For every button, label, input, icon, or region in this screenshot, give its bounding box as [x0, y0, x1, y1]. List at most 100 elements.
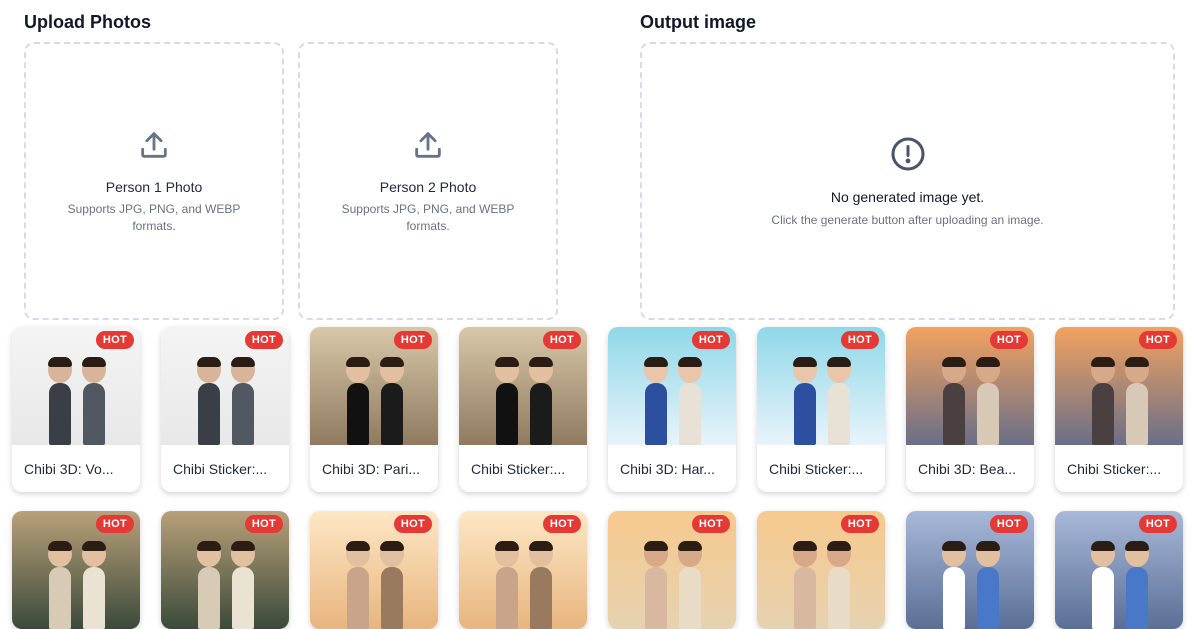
- template-card[interactable]: HOT: [459, 511, 587, 629]
- output-empty-hint: Click the generate button after uploadin…: [771, 212, 1044, 227]
- output-empty-title: No generated image yet.: [830, 188, 985, 205]
- hot-badge: HOT: [691, 331, 730, 349]
- character-figure: [976, 541, 1000, 629]
- hot-badge: HOT: [1138, 515, 1177, 533]
- character-figure: [942, 541, 966, 629]
- character-figure: [1125, 357, 1149, 445]
- template-label: Chibi Sticker:...: [173, 460, 268, 477]
- character-figure: [678, 541, 702, 629]
- template-thumbnail: HOT: [310, 327, 438, 445]
- template-card[interactable]: HOT Chibi 3D: Pari...: [310, 327, 438, 492]
- person2-label: Person 2 Photo: [379, 178, 477, 195]
- template-card[interactable]: HOT: [12, 511, 140, 629]
- output-image-title: Output image: [640, 12, 756, 32]
- character-figure: [48, 541, 72, 629]
- template-thumbnail: HOT: [906, 327, 1034, 445]
- hot-badge: HOT: [1138, 331, 1177, 349]
- template-thumbnail: HOT: [310, 511, 438, 629]
- template-card[interactable]: HOT Chibi Sticker:...: [757, 327, 885, 492]
- character-figure: [1091, 541, 1115, 629]
- hot-badge: HOT: [95, 331, 134, 349]
- hot-badge: HOT: [393, 331, 432, 349]
- character-figure: [1091, 357, 1115, 445]
- hot-badge: HOT: [989, 331, 1028, 349]
- hot-badge: HOT: [95, 515, 134, 533]
- template-card[interactable]: HOT: [608, 511, 736, 629]
- template-label: Chibi 3D: Pari...: [322, 460, 421, 477]
- character-figure: [197, 357, 221, 445]
- hot-badge: HOT: [542, 331, 581, 349]
- template-label: Chibi 3D: Har...: [620, 460, 715, 477]
- template-thumbnail: HOT: [1055, 511, 1183, 629]
- character-figure: [678, 357, 702, 445]
- character-figure: [644, 541, 668, 629]
- template-label: Chibi Sticker:...: [769, 460, 864, 477]
- template-thumbnail: HOT: [1055, 327, 1183, 445]
- template-card[interactable]: HOT Chibi Sticker:...: [161, 327, 289, 492]
- hot-badge: HOT: [244, 331, 283, 349]
- hot-badge: HOT: [244, 515, 283, 533]
- character-figure: [197, 541, 221, 629]
- person2-dropzone[interactable]: Person 2 Photo Supports JPG, PNG, and WE…: [298, 42, 558, 320]
- template-card[interactable]: HOT: [310, 511, 438, 629]
- template-label: Chibi Sticker:...: [471, 460, 566, 477]
- person1-label: Person 1 Photo: [105, 178, 203, 195]
- template-label: Chibi Sticker:...: [1067, 460, 1162, 477]
- template-label: Chibi 3D: Bea...: [918, 460, 1017, 477]
- character-figure: [231, 541, 255, 629]
- character-figure: [1125, 541, 1149, 629]
- template-thumbnail: HOT: [757, 511, 885, 629]
- template-card[interactable]: HOT Chibi Sticker:...: [1055, 327, 1183, 492]
- template-card[interactable]: HOT Chibi 3D: Bea...: [906, 327, 1034, 492]
- hot-badge: HOT: [840, 331, 879, 349]
- template-card[interactable]: HOT: [757, 511, 885, 629]
- template-card[interactable]: HOT: [906, 511, 1034, 629]
- hot-badge: HOT: [989, 515, 1028, 533]
- template-thumbnail: HOT: [12, 327, 140, 445]
- template-label: Chibi 3D: Vo...: [24, 460, 114, 477]
- character-figure: [380, 357, 404, 445]
- template-card[interactable]: HOT Chibi 3D: Har...: [608, 327, 736, 492]
- character-figure: [346, 357, 370, 445]
- upload-icon: [137, 128, 171, 167]
- template-thumbnail: HOT: [608, 511, 736, 629]
- hot-badge: HOT: [840, 515, 879, 533]
- template-thumbnail: HOT: [459, 327, 587, 445]
- character-figure: [976, 357, 1000, 445]
- hot-badge: HOT: [393, 515, 432, 533]
- template-thumbnail: HOT: [12, 511, 140, 629]
- template-card[interactable]: HOT: [161, 511, 289, 629]
- character-figure: [529, 357, 553, 445]
- person1-dropzone[interactable]: Person 1 Photo Supports JPG, PNG, and WE…: [24, 42, 284, 320]
- character-figure: [942, 357, 966, 445]
- character-figure: [793, 357, 817, 445]
- person2-hint: Supports JPG, PNG, and WEBP formats.: [341, 201, 515, 233]
- character-figure: [380, 541, 404, 629]
- character-figure: [644, 357, 668, 445]
- person1-hint: Supports JPG, PNG, and WEBP formats.: [67, 201, 241, 233]
- template-thumbnail: HOT: [757, 327, 885, 445]
- template-card[interactable]: HOT Chibi Sticker:...: [459, 327, 587, 492]
- character-figure: [346, 541, 370, 629]
- template-thumbnail: HOT: [161, 511, 289, 629]
- character-figure: [231, 357, 255, 445]
- character-figure: [82, 357, 106, 445]
- character-figure: [827, 357, 851, 445]
- hot-badge: HOT: [542, 515, 581, 533]
- hot-badge: HOT: [691, 515, 730, 533]
- character-figure: [529, 541, 553, 629]
- character-figure: [495, 357, 519, 445]
- character-figure: [827, 541, 851, 629]
- character-figure: [82, 541, 106, 629]
- template-thumbnail: HOT: [161, 327, 289, 445]
- character-figure: [495, 541, 519, 629]
- alert-circle-icon: [890, 136, 926, 177]
- template-thumbnail: HOT: [608, 327, 736, 445]
- template-thumbnail: HOT: [459, 511, 587, 629]
- template-card[interactable]: HOT: [1055, 511, 1183, 629]
- output-image-panel: No generated image yet. Click the genera…: [640, 42, 1175, 320]
- template-card[interactable]: HOT Chibi 3D: Vo...: [12, 327, 140, 492]
- upload-icon: [411, 128, 445, 167]
- upload-photos-title: Upload Photos: [24, 12, 151, 32]
- template-thumbnail: HOT: [906, 511, 1034, 629]
